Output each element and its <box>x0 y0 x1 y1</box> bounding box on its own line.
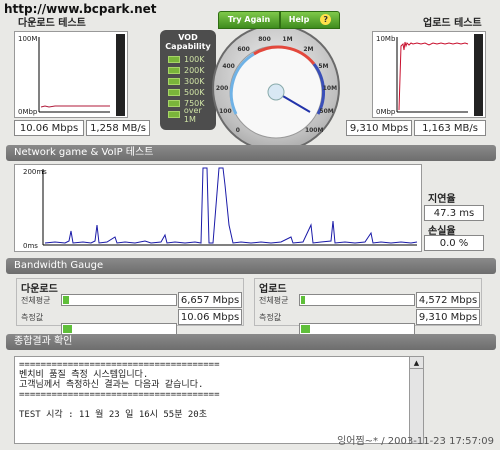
dl-avg-bar <box>61 294 177 306</box>
try-again-button[interactable]: Try Again <box>218 11 280 29</box>
download-test-title: 다운로드 테스트 <box>18 18 86 29</box>
upload-speed-mbps: 9,310 Mbps <box>346 120 412 136</box>
summary-line: 벤치비 품질 측정 시스템입니다. <box>19 370 149 380</box>
vod-item: 300K <box>168 76 216 87</box>
help-label: Help <box>288 15 310 24</box>
vod-indicator-icon <box>168 89 180 96</box>
gauge-tick-label: 100 <box>219 108 232 115</box>
gauge-tick-label: 1M <box>282 36 292 43</box>
dl-measured-label: 측정값 <box>21 313 44 322</box>
watermark-bottom: 잉어찜~* / 2003-11-23 17:57:09 <box>337 436 494 447</box>
latency-label: 지연율 <box>428 194 456 205</box>
summary-text: ===================================== 벤치비… <box>15 357 423 423</box>
gauge-tick-label: 0 <box>236 127 240 134</box>
vod-item-label: 500K <box>184 88 205 97</box>
ul-avg-bar <box>299 294 415 306</box>
bandwidth-section-title: Bandwidth Gauge <box>6 258 496 274</box>
gauge-tick-label: 800 <box>258 36 271 43</box>
gauge-tick-label: 50M <box>319 108 333 115</box>
ul-avg-value: 4,572 Mbps <box>416 292 480 308</box>
upload-speed-mbs: 1,163 MB/s <box>414 120 486 136</box>
bar-fill <box>301 325 311 333</box>
summary-scrollbar[interactable]: ▲ <box>409 357 423 443</box>
upload-plot <box>396 34 483 116</box>
vod-capability-panel: VOD Capability 100K 200K 300K 500K 750K over … <box>160 30 216 130</box>
ul-measured-value: 9,310 Mbps <box>416 309 480 325</box>
upload-series-line <box>398 41 469 111</box>
vod-item-label: 200K <box>184 66 205 75</box>
download-graph: 100M 0Mbp <box>14 31 128 118</box>
help-button[interactable]: Help ? <box>280 11 340 29</box>
upload-test-title: 업로드 테스트 <box>423 18 482 29</box>
vod-item-label: 300K <box>184 77 205 86</box>
summary-line: ===================================== <box>19 390 220 400</box>
vod-item-label: 100K <box>184 55 205 64</box>
summary-section-title: 종합결과 확인 <box>6 334 496 350</box>
bandwidth-upload-group: 업로드 전체평균 4,572 Mbps 측정값 9,310 Mbps <box>254 278 482 335</box>
vod-title: VOD Capability <box>165 33 211 51</box>
gauge-tick-label: 2M <box>303 46 313 53</box>
download-speed-mbs: 1,258 MB/s <box>86 120 150 136</box>
gauge-tick-label: 5M <box>318 63 328 70</box>
upload-graph: 10Mb 0Mbp <box>372 31 486 118</box>
vod-items: 100K 200K 300K 500K 750K over 1M <box>160 54 216 124</box>
summary-line: 고객님께서 측정하신 결과는 다음과 같습니다. <box>19 380 204 390</box>
download-speed-mbps: 10.06 Mbps <box>14 120 84 136</box>
gauge-tick-label: 400 <box>222 63 235 70</box>
loss-value: 0.0 % <box>424 235 484 251</box>
bandwidth-download-label: 다운로드 <box>21 284 58 295</box>
download-series-line <box>40 105 110 108</box>
try-again-label: Try Again <box>227 15 271 24</box>
latency-plot <box>42 167 418 246</box>
latency-series-line <box>44 167 418 244</box>
summary-line: ===================================== <box>19 360 220 370</box>
latency-graph: 200ms 0ms <box>14 164 422 252</box>
summary-textarea[interactable]: ===================================== 벤치비… <box>14 356 424 444</box>
vod-indicator-icon <box>168 78 180 85</box>
vod-item-label: over 1M <box>183 105 202 124</box>
vod-item: 100K <box>168 54 216 65</box>
bandwidth-upload-label: 업로드 <box>259 284 287 295</box>
vod-item: 500K <box>168 87 216 98</box>
ul-measured-label: 측정값 <box>259 313 282 322</box>
dl-measured-value: 10.06 Mbps <box>178 309 242 325</box>
help-icon: ? <box>320 14 332 25</box>
dl-avg-value: 6,657 Mbps <box>178 292 242 308</box>
speed-gauge: 0 100 200 400 600 800 1M 2M 5M 10M 50M 100M <box>212 24 340 152</box>
vod-item: 200K <box>168 65 216 76</box>
vod-indicator-icon <box>168 100 180 107</box>
vod-item: over 1M <box>168 106 216 124</box>
gauge-dial: 0 100 200 400 600 800 1M 2M 5M 10M 50M 100M <box>216 36 337 139</box>
vod-indicator-icon <box>168 111 180 118</box>
gauge-tick-label: 200 <box>216 85 229 92</box>
bar-fill <box>63 296 69 304</box>
vod-indicator-icon <box>168 67 180 74</box>
bandwidth-download-group: 다운로드 전체평균 6,657 Mbps 측정값 10.06 Mbps <box>16 278 244 335</box>
download-plot <box>38 34 125 116</box>
dl-avg-label: 전체평균 <box>21 296 51 305</box>
vod-indicator-icon <box>168 56 180 63</box>
ul-avg-label: 전체평균 <box>259 296 289 305</box>
summary-line: TEST 시각 : 11 월 23 일 16시 55분 20초 <box>19 410 208 420</box>
scroll-up-icon[interactable]: ▲ <box>410 357 423 369</box>
gauge-tick-label: 10M <box>323 85 337 92</box>
bar-fill <box>63 325 73 333</box>
latency-value: 47.3 ms <box>424 205 484 221</box>
network-section-title: Network game & VoIP 테스트 <box>6 145 496 161</box>
gauge-tick-label: 100M <box>305 127 324 134</box>
gauge-tick-label: 600 <box>237 46 250 53</box>
bar-fill <box>301 296 305 304</box>
summary-line <box>19 400 419 410</box>
